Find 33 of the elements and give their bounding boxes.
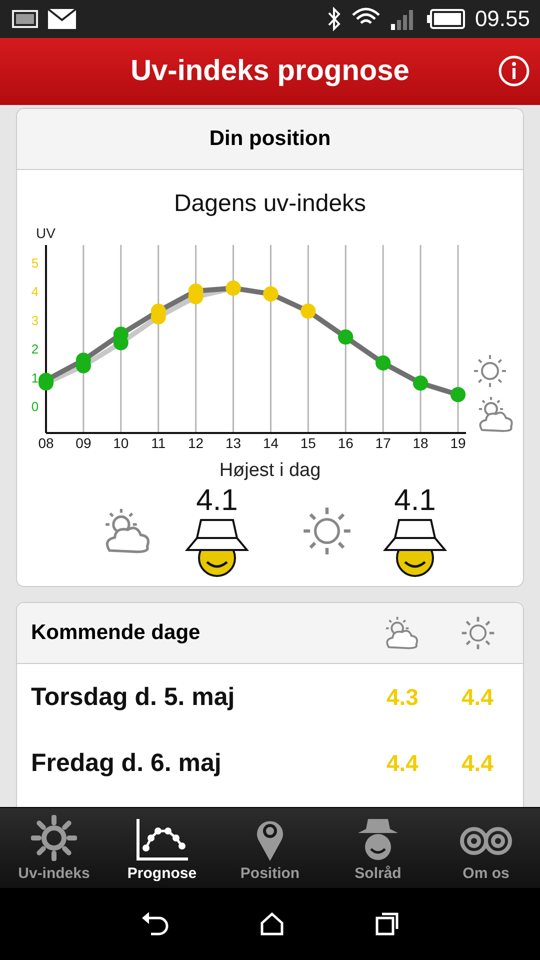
- uv-value: 4.4: [460, 684, 494, 710]
- axis-tick-label: 1: [31, 370, 39, 386]
- axis-tick-label: 5: [31, 255, 39, 270]
- axis-tick-label: 15: [300, 435, 316, 451]
- axis-label: UV: [36, 225, 56, 241]
- clock-time: 09.55: [474, 6, 530, 32]
- uv-value: 4.4: [386, 750, 420, 776]
- screen-title: Uv-indeks prognose: [130, 55, 410, 88]
- axis-tick-label: 2: [31, 342, 39, 357]
- max-label: Højest i dag: [218, 460, 322, 482]
- uv-value: 4.4: [460, 750, 494, 776]
- day-label: Fredag d. 6. maj: [31, 748, 222, 778]
- axis-tick-label: 4: [31, 284, 39, 300]
- axis-tick-label: 09: [76, 435, 92, 451]
- day-label: Torsdag d. 5. maj: [31, 682, 236, 712]
- card-title: Kommende dage: [31, 621, 202, 645]
- uv-value: 4.1: [394, 484, 436, 518]
- axis-tick-label: 17: [375, 435, 391, 451]
- axis-tick-label: 3: [31, 312, 39, 328]
- card-title: Din position: [209, 127, 331, 151]
- axis-tick-label: 16: [338, 435, 354, 451]
- axis-tick-label: 11: [151, 435, 166, 451]
- uv-value: 4.3: [386, 684, 420, 710]
- axis-tick-label: 19: [450, 435, 466, 451]
- axis-tick-label: 12: [188, 435, 204, 451]
- axis-tick-label: 08: [38, 435, 54, 451]
- axis-tick-label: 13: [225, 435, 242, 451]
- axis-tick-label: 10: [113, 435, 129, 451]
- axis-tick-label: 0: [31, 399, 39, 414]
- axis-tick-label: 18: [412, 435, 428, 451]
- axis-tick-label: 14: [262, 435, 279, 451]
- uv-value: 4.1: [196, 484, 238, 518]
- chart-title: Dagens uv-indeks: [172, 190, 368, 218]
